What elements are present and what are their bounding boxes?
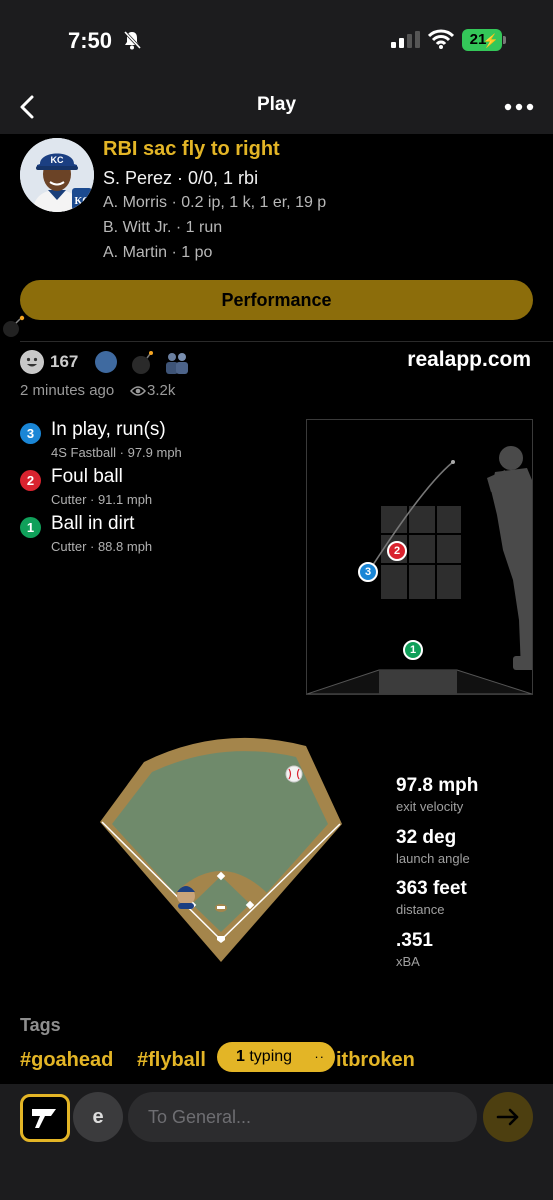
pitching-rubber — [217, 906, 225, 909]
runner-line: B. Witt Jr. · 1 run — [103, 219, 223, 236]
pitcher-line: A. Morris · 0.2 ip, 1 k, 1 er, 19 p — [103, 194, 327, 211]
user-avatar-button[interactable]: e — [73, 1092, 123, 1142]
pitch-result: Foul ball — [51, 466, 123, 487]
play-title: RBI sac fly to right — [103, 138, 280, 160]
stat-value: 97.8 mph — [396, 775, 479, 796]
pitch-result: In play, run(s) — [51, 419, 166, 440]
performance-button[interactable]: Performance — [20, 280, 533, 320]
battery-cap — [503, 36, 506, 44]
stat-label: exit velocity — [396, 799, 464, 814]
battery-charging-icon: ⚡ — [482, 33, 499, 48]
bell-slash-icon — [123, 30, 142, 50]
team-logo-text: KC — [75, 196, 90, 207]
send-button[interactable] — [483, 1092, 533, 1142]
player-avatar[interactable]: KC KC — [20, 138, 94, 212]
eye-icon — [130, 386, 146, 396]
app-logo-button[interactable] — [20, 1094, 70, 1142]
typing-indicator: 1 typing ·· — [217, 1042, 335, 1072]
pitch-detail: Cutter · 88.8 mph — [51, 539, 153, 554]
status-bar: 7:50 21 ⚡ — [0, 0, 553, 80]
stat-exit-velocity: 97.8 mph exit velocity — [396, 775, 478, 814]
message-input[interactable] — [128, 1092, 477, 1142]
smile-icon — [20, 350, 44, 374]
wifi-icon — [428, 29, 454, 49]
player-headshot-icon: KC KC — [20, 138, 94, 212]
stat-distance: 363 feet distance — [396, 878, 467, 917]
divider — [20, 341, 553, 342]
baseball-landing-icon — [285, 765, 303, 783]
stat-label: xBA — [396, 954, 420, 969]
pitch-detail: 4S Fastball · 97.9 mph — [51, 445, 182, 460]
stat-xba: .351 xBA — [396, 930, 433, 969]
source-link[interactable]: realapp.com — [380, 348, 531, 372]
signal-icon — [391, 31, 420, 48]
reactions[interactable]: 167 — [20, 348, 78, 376]
stat-value: 363 feet — [396, 878, 467, 899]
typing-dots-icon: ·· — [314, 1049, 325, 1064]
bomb-reaction-icon — [132, 351, 153, 374]
view-count: 3.2k — [147, 382, 176, 399]
batter-line: S. Perez · 0/0, 1 rbi — [103, 168, 259, 188]
batter-silhouette — [487, 446, 532, 670]
bomb-icon — [3, 315, 25, 337]
pitch-marker-1[interactable]: 1 — [403, 640, 423, 660]
stat-value: .351 — [396, 930, 433, 951]
battery-indicator: 21 ⚡ — [462, 29, 502, 51]
tag-tiebroken[interactable]: itbroken — [336, 1049, 415, 1072]
status-time: 7:50 — [68, 28, 113, 53]
pitch-number-badge: 1 — [20, 517, 41, 538]
cap-logo-text: KC — [51, 155, 64, 165]
pitch-number-badge: 3 — [20, 423, 41, 444]
page-title: Play — [256, 94, 297, 115]
pitch-marker-3[interactable]: 3 — [358, 562, 378, 582]
nav-bar: Play — [0, 80, 553, 134]
ellipsis-icon[interactable] — [504, 103, 534, 111]
stat-value: 32 deg — [396, 827, 457, 848]
stat-label: distance — [396, 902, 445, 917]
fielder-line: A. Martin · 1 po — [103, 244, 213, 261]
players-icon — [166, 353, 188, 374]
message-composer: e — [0, 1084, 553, 1200]
arrow-right-icon — [496, 1108, 519, 1126]
pitch-marker-2[interactable]: 2 — [387, 541, 407, 561]
stat-launch-angle: 32 deg launch angle — [396, 827, 470, 866]
pitch-result: Ball in dirt — [51, 513, 135, 534]
typing-count: 1 — [236, 1048, 245, 1065]
tags-title: Tags — [20, 1015, 61, 1035]
stat-label: launch angle — [396, 851, 470, 866]
tag-flyball[interactable]: #flyball — [137, 1049, 206, 1072]
pitch-number-badge: 2 — [20, 470, 41, 491]
strike-zone-panel: 2 3 1 — [306, 419, 533, 695]
timestamp: 2 minutes ago — [20, 382, 115, 399]
typing-text: typing — [249, 1048, 293, 1065]
pitch-detail: Cutter · 91.1 mph — [51, 492, 153, 507]
spray-chart-field — [100, 737, 342, 962]
runner-avatar-icon — [177, 886, 195, 909]
real-logo-icon — [32, 1109, 56, 1128]
reaction-avatar — [95, 351, 117, 373]
tag-goahead[interactable]: #goahead — [20, 1049, 113, 1072]
reaction-count: 167 — [50, 352, 79, 371]
